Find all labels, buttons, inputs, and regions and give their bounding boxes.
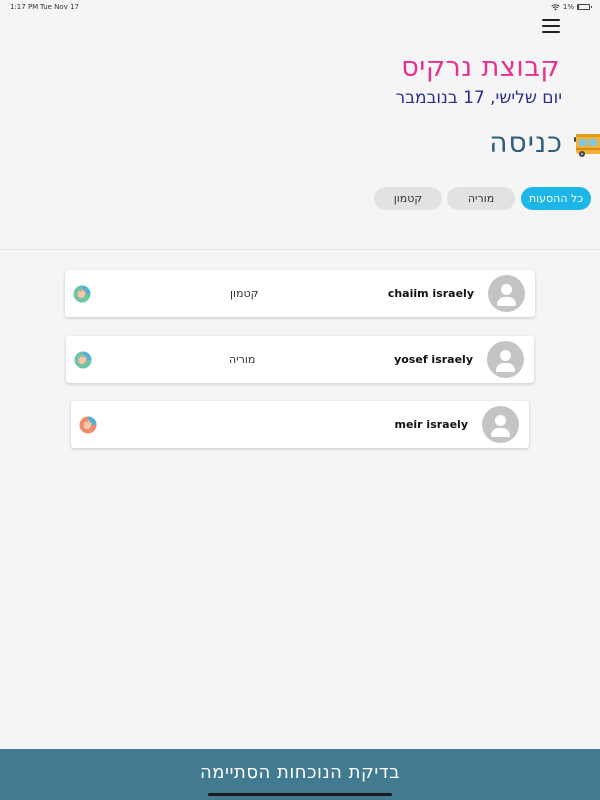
status-indicators: 1% — [551, 3, 592, 11]
filter-chip-ktamon[interactable]: קטמון — [374, 187, 442, 210]
passenger-station: מוריה — [229, 353, 256, 366]
hand-icon[interactable] — [74, 351, 92, 369]
avatar — [487, 341, 524, 378]
passenger-card[interactable]: yosef israely מוריה — [66, 336, 534, 383]
hamburger-menu-icon[interactable] — [542, 19, 560, 33]
battery-icon — [577, 4, 592, 10]
group-title: קבוצת נרקיס — [401, 52, 560, 83]
hand-icon[interactable] — [79, 416, 97, 434]
battery-level — [578, 5, 579, 9]
avatar — [482, 406, 519, 443]
home-indicator — [208, 793, 392, 796]
status-date: Tue Nov 17 — [40, 3, 79, 11]
filter-chip-moria[interactable]: מוריה — [447, 187, 515, 210]
wifi-icon — [551, 3, 560, 10]
status-time: 1:17 PM — [10, 3, 39, 11]
bus-icon — [574, 134, 600, 157]
finish-attendance-label: בדיקת הנוכחות הסתיימה — [200, 762, 400, 783]
passenger-station: קטמון — [230, 287, 259, 300]
battery-percent: 1% — [562, 3, 574, 11]
date-line: יום שלישי, 17 בנובמבר — [395, 88, 562, 108]
passenger-name: meir israely — [394, 418, 468, 431]
passenger-name: chaiim israely — [387, 287, 474, 300]
filter-chip-all[interactable]: כל ההסעות — [521, 187, 591, 210]
status-bar: 1:17 PM Tue Nov 17 1% — [0, 0, 600, 14]
hand-icon[interactable] — [73, 285, 91, 303]
divider — [0, 249, 600, 250]
section-title: כניסה — [489, 126, 563, 159]
passenger-card[interactable]: meir israely — [71, 401, 529, 448]
avatar — [488, 275, 525, 312]
passenger-name: yosef israely — [394, 353, 473, 366]
passenger-card[interactable]: chaiim israely קטמון — [65, 270, 535, 317]
